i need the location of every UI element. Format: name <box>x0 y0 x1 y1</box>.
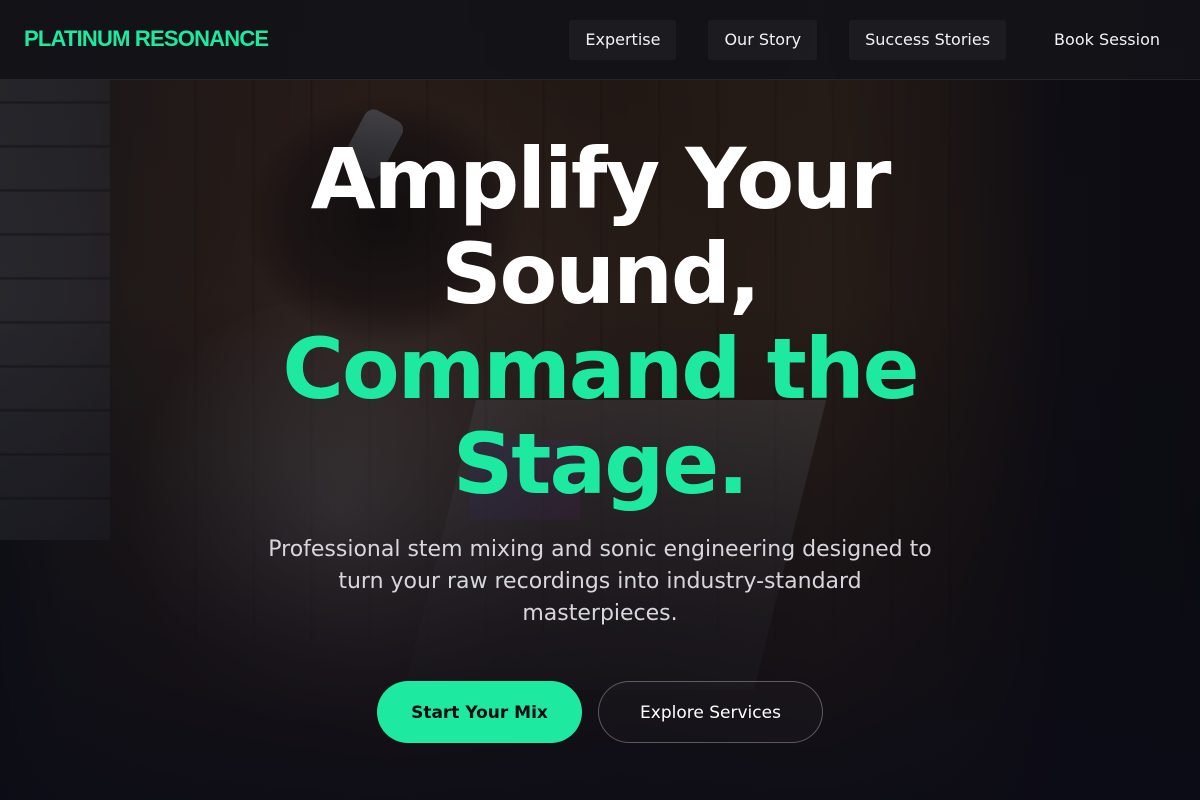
nav-item-success-stories[interactable]: Success Stories <box>849 20 1007 60</box>
headline-line-2: Sound, <box>441 225 761 323</box>
hero-subtitle: Professional stem mixing and sonic engin… <box>268 537 932 626</box>
site-header: PLATINUM RESONANCE Expertise Our Story S… <box>0 0 1200 80</box>
headline-accent-line-1: Command the <box>282 320 919 418</box>
headline-line-1: Amplify Your <box>310 130 892 228</box>
nav-item-our-story[interactable]: Our Story <box>708 20 818 60</box>
brand-logo[interactable]: PLATINUM RESONANCE <box>24 26 269 52</box>
main-nav: Expertise Our Story Success Stories Book… <box>569 20 1176 60</box>
hero-section: Amplify Your Sound, Command the Stage. P… <box>0 132 1200 630</box>
nav-item-expertise[interactable]: Expertise <box>569 20 677 60</box>
nav-item-book-session[interactable]: Book Session <box>1038 20 1176 60</box>
landing-page: PLATINUM RESONANCE Expertise Our Story S… <box>0 0 1200 800</box>
headline-accent-line-2: Stage. <box>452 415 749 513</box>
hero-headline: Amplify Your Sound, Command the Stage. <box>220 132 980 512</box>
explore-services-button[interactable]: Explore Services <box>598 681 823 743</box>
start-your-mix-button[interactable]: Start Your Mix <box>377 681 582 743</box>
hero-cta-group: Start Your Mix Explore Services <box>0 681 1200 743</box>
